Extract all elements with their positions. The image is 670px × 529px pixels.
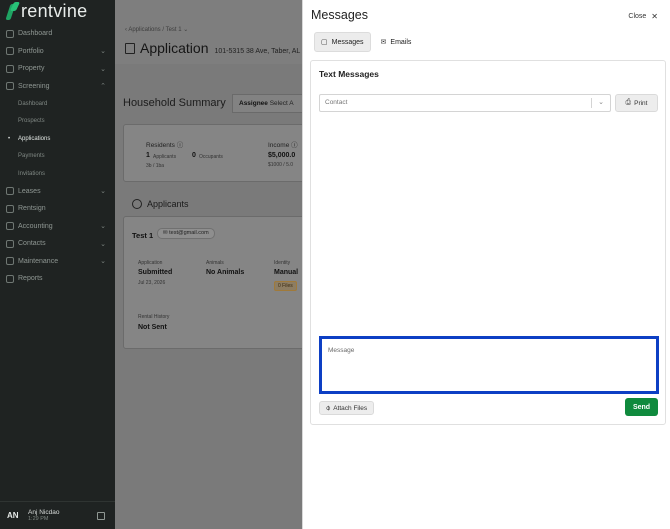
print-button[interactable]: ⎙ Print [615, 94, 658, 112]
sidebar: rentvine Dashboard Portfolio ⌄ Property ⌄ … [0, 0, 115, 529]
portfolio-icon [6, 47, 14, 56]
property-address[interactable]: 101-5315 38 Ave, Taber, AL [215, 48, 301, 55]
chevron-up-icon: ⌃ [100, 83, 106, 91]
identity-files-chip[interactable]: 0 Files [274, 281, 297, 291]
maintenance-icon [6, 257, 14, 266]
paperclip-icon: ⌀ [324, 404, 333, 413]
identity-value: Manual [274, 269, 299, 276]
applicants-heading: Applicants [132, 199, 189, 209]
sidebar-subitem-applications[interactable]: • Applications [0, 130, 115, 148]
contact-select[interactable]: Contact ⌄ [319, 94, 611, 112]
reports-icon [6, 274, 14, 283]
household-summary-card: Residents ⓘ 1 Applicants 0 Occupants 3b … [123, 124, 323, 182]
user-profile[interactable]: AN Anj Nicdao 1:29 PM [0, 501, 115, 529]
sidebar-subitem-invitations[interactable]: Invitations [0, 165, 115, 183]
application-date: Jul 23, 2026 [138, 280, 166, 286]
avatar: AN [7, 511, 19, 520]
sidebar-subitem-dashboard[interactable]: Dashboard [0, 95, 115, 113]
chevron-down-icon: ⌄ [100, 258, 106, 266]
brand-logo[interactable]: rentvine [6, 0, 87, 22]
income-value: $5,000.0 [268, 152, 296, 159]
sidebar-item-screening[interactable]: Screening ⌃ [0, 78, 115, 96]
page-title-text: Application [140, 40, 209, 56]
collapse-sidebar-icon[interactable] [97, 512, 105, 520]
applicants-label: Applicants [153, 154, 177, 160]
chevron-down-icon: ⌄ [100, 240, 106, 248]
identity-label: Identity [274, 260, 291, 266]
applicant-email-chip[interactable]: ✉ test@gmail.com [157, 228, 215, 239]
drawer-tabs: ▢ Messages ✉ Emails [314, 32, 421, 52]
messages-drawer: Messages Close ✕ ▢ Messages ✉ Emails Tex… [302, 0, 670, 529]
residents-sub: 3b / 1ba [146, 163, 165, 169]
active-dot-icon: • [8, 135, 11, 142]
send-button[interactable]: Send [625, 398, 658, 416]
assignee-select[interactable]: Assignee Select A [232, 94, 312, 113]
user-circle-icon [132, 199, 142, 209]
breadcrumb[interactable]: ‹ Applications / Test 1 ⌄ [125, 26, 188, 33]
occupants-label: Occupants [199, 154, 223, 160]
application-status: Submitted [138, 269, 173, 276]
residents-label: Residents ⓘ [146, 142, 184, 149]
tab-emails[interactable]: ✉ Emails [375, 32, 418, 52]
sidebar-item-leases[interactable]: Leases ⌄ [0, 183, 115, 201]
applicants-count: 1 [146, 152, 150, 159]
sidebar-item-accounting[interactable]: Accounting ⌄ [0, 218, 115, 236]
tab-messages[interactable]: ▢ Messages [314, 32, 371, 52]
envelope-icon: ✉ [380, 39, 387, 46]
select-divider [591, 98, 592, 108]
occupants-count: 0 [192, 152, 196, 159]
sidebar-item-portfolio[interactable]: Portfolio ⌄ [0, 43, 115, 61]
sidebar-item-rentsign[interactable]: Rentsign [0, 200, 115, 218]
income-sub: $1000 / 5.0 [268, 162, 294, 168]
rentvine-logo-icon [6, 2, 18, 20]
sidebar-nav: Dashboard Portfolio ⌄ Property ⌄ Screening… [0, 25, 115, 288]
animals-value: No Animals [206, 269, 245, 276]
applicant-card: Test 1 ✉ test@gmail.com Application Subm… [123, 216, 323, 349]
user-name: Anj Nicdao [28, 508, 60, 516]
rental-history-label: Rental History [138, 314, 170, 320]
leases-icon [6, 187, 14, 196]
drawer-title: Messages [311, 8, 368, 22]
user-time: 1:29 PM [28, 516, 49, 523]
sidebar-subitem-payments[interactable]: Payments [0, 148, 115, 166]
close-icon: ✕ [651, 12, 658, 21]
sidebar-item-property[interactable]: Property ⌄ [0, 60, 115, 78]
application-icon [125, 42, 135, 54]
chevron-down-icon: ⌄ [598, 99, 604, 106]
printer-icon: ⎙ [625, 99, 632, 106]
sidebar-subitem-prospects[interactable]: Prospects [0, 113, 115, 131]
brand-name: rentvine [21, 0, 88, 21]
dashboard-icon [6, 29, 14, 38]
property-icon [6, 64, 14, 73]
chat-bubble-icon: ▢ [321, 39, 328, 46]
screening-icon [6, 82, 14, 91]
chevron-down-icon: ⌄ [100, 188, 106, 196]
accounting-icon [6, 222, 14, 231]
page-title: Application 101-5315 38 Ave, Taber, AL [125, 40, 300, 56]
sidebar-item-maintenance[interactable]: Maintenance ⌄ [0, 253, 115, 271]
rentsign-icon [6, 204, 14, 213]
chevron-down-icon: ⌄ [100, 48, 106, 56]
applicant-name[interactable]: Test 1 [132, 231, 153, 240]
household-summary-title: Household Summary [123, 97, 226, 109]
chevron-down-icon: ⌄ [100, 223, 106, 231]
sidebar-item-reports[interactable]: Reports [0, 270, 115, 288]
sidebar-item-contacts[interactable]: Contacts ⌄ [0, 235, 115, 253]
message-input[interactable] [319, 336, 659, 394]
close-button[interactable]: Close ✕ [628, 12, 658, 21]
panel-title: Text Messages [319, 69, 379, 79]
application-label: Application [138, 260, 163, 266]
sidebar-item-dashboard[interactable]: Dashboard [0, 25, 115, 43]
chevron-down-icon: ⌄ [100, 65, 106, 73]
text-messages-panel: Text Messages Contact ⌄ ⎙ Print ⌀ Attach… [310, 60, 666, 425]
attach-files-button[interactable]: ⌀ Attach Files [319, 401, 375, 415]
rental-history-value: Not Sent [138, 324, 167, 331]
income-label: Income ⓘ [268, 142, 298, 149]
contacts-icon [6, 239, 14, 248]
animals-label: Animals [206, 260, 224, 266]
